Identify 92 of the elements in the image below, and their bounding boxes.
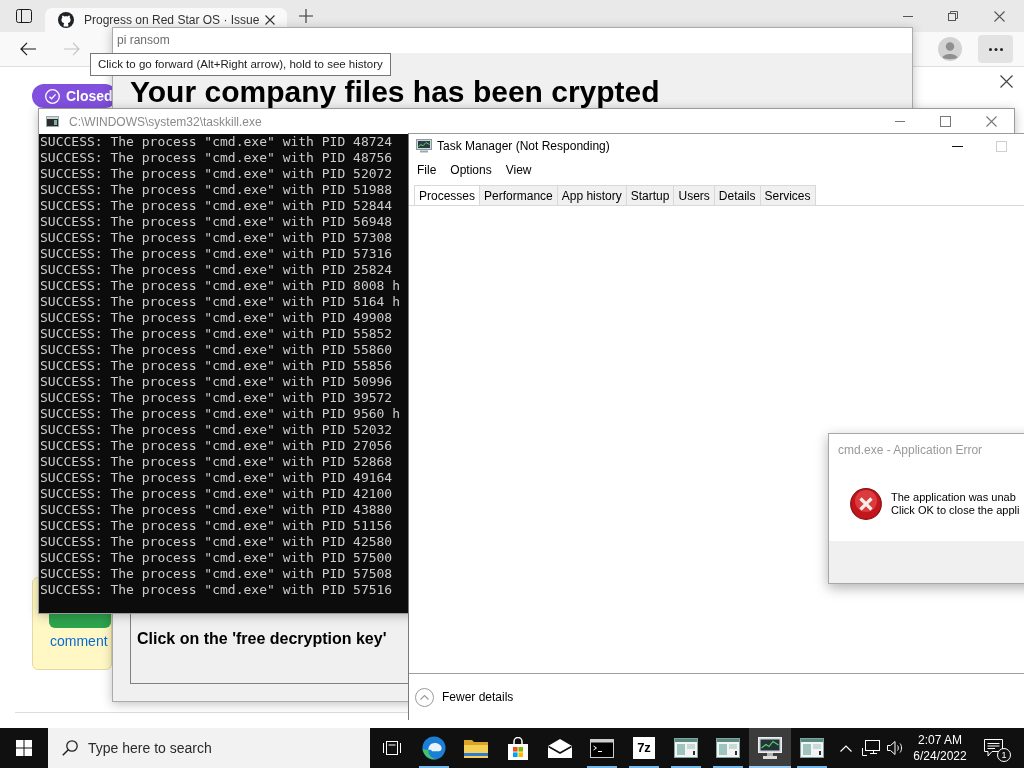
clock-time[interactable]: 2:07 AM (918, 732, 962, 748)
volume-icon[interactable] (886, 740, 904, 756)
console-line: SUCCESS: The process "cmd.exe" with PID 51156 (40, 518, 393, 534)
console-line: SUCCESS: The process "cmd.exe" with PID 52844 (40, 198, 393, 214)
taskbar-button[interactable] (749, 728, 791, 768)
tooltip: Click to go forward (Alt+Right arrow), hold to see history (90, 53, 391, 76)
window-icon (674, 738, 698, 758)
window-icon (716, 738, 740, 758)
console-line: SUCCESS: The process "cmd.exe" with PID 57308 (40, 230, 393, 246)
monitor-icon (416, 139, 432, 153)
instruction-text: Click on the 'free decryption key' (137, 630, 387, 647)
menu-item[interactable]: Options (443, 163, 499, 177)
console-line: SUCCESS: The process "cmd.exe" with PID 43880 (40, 502, 393, 518)
folder-icon (464, 738, 488, 758)
chevron-circle-icon (415, 687, 434, 707)
search-icon (62, 740, 78, 756)
console-line: SUCCESS: The process "cmd.exe" with PID 42100 (40, 486, 393, 502)
plus-icon[interactable] (299, 9, 313, 23)
close-icon[interactable] (994, 10, 1005, 22)
error-message: The application was unab Click OK to close the appli (891, 490, 1020, 517)
terminal-icon (46, 116, 59, 127)
back-arrow-icon[interactable] (20, 42, 36, 56)
taskbar-button[interactable]: 7z (623, 728, 665, 768)
window-title: pi ransom (117, 33, 170, 47)
window-title: C:\WINDOWS\system32\taskkill.exe (69, 114, 262, 129)
console-line: SUCCESS: The process "cmd.exe" with PID 5164 h (40, 294, 401, 310)
restore-icon[interactable] (948, 11, 958, 21)
avatar-icon[interactable] (938, 37, 962, 61)
network-icon[interactable] (862, 740, 880, 756)
console-line: SUCCESS: The process "cmd.exe" with PID 57508 (40, 566, 393, 582)
fewer-details-button[interactable]: Fewer details (415, 687, 514, 707)
close-icon[interactable] (1000, 75, 1013, 88)
console-line: SUCCESS: The process "cmd.exe" with PID 49908 (40, 310, 393, 326)
window-title: Task Manager (Not Responding) (437, 139, 610, 153)
check-circle-icon (45, 88, 60, 104)
tab[interactable]: Processes (414, 185, 481, 205)
tab[interactable]: Performance (479, 185, 558, 205)
window-icon (800, 738, 824, 758)
console-line: SUCCESS: The process "cmd.exe" with PID 57316 (40, 246, 393, 262)
minimize-icon[interactable] (903, 15, 913, 17)
console-line: SUCCESS: The process "cmd.exe" with PID 49164 (40, 470, 393, 486)
console-line: SUCCESS: The process "cmd.exe" with PID 55860 (40, 342, 393, 358)
status-label: Closed (66, 88, 113, 104)
console-line: SUCCESS: The process "cmd.exe" with PID 57516 (40, 582, 393, 598)
console-line: SUCCESS: The process "cmd.exe" with PID 51988 (40, 182, 393, 198)
maximize-icon[interactable] (940, 116, 951, 127)
console-line: SUCCESS: The process "cmd.exe" with PID 55852 (40, 326, 393, 342)
tab[interactable]: Details (713, 185, 761, 205)
minimize-icon[interactable] (952, 145, 963, 147)
console-line: SUCCESS: The process "cmd.exe" with PID 27056 (40, 438, 393, 454)
dialog-title: cmd.exe - Application Error (837, 442, 984, 459)
sidebar-toggle-icon[interactable] (16, 9, 32, 23)
clock-date[interactable]: 6/24/2022 (913, 748, 967, 764)
notification-badge: 1 (997, 748, 1011, 762)
more-icon (988, 47, 1003, 51)
console-line: SUCCESS: The process "cmd.exe" with PID 52868 (40, 454, 393, 470)
console-line: SUCCESS: The process "cmd.exe" with PID 42580 (40, 534, 393, 550)
shopping-bag-icon (507, 736, 529, 760)
console-line: SUCCESS: The process "cmd.exe" with PID 48724 (40, 134, 393, 150)
more-button[interactable] (978, 35, 1013, 63)
console-line: SUCCESS: The process "cmd.exe" with PID 52072 (40, 166, 393, 182)
task-view-icon[interactable] (383, 740, 401, 756)
menu-item[interactable]: File (410, 163, 444, 177)
notification-icon[interactable] (983, 739, 1003, 757)
console-line: SUCCESS: The process "cmd.exe" with PID 57500 (40, 550, 393, 566)
search-field[interactable]: Type here to search (48, 728, 370, 768)
tab[interactable]: App history (556, 185, 627, 205)
console-line: SUCCESS: The process "cmd.exe" with PID 55856 (40, 358, 393, 374)
monitor-icon (758, 737, 782, 759)
console-line: SUCCESS: The process "cmd.exe" with PID 8008 h (40, 278, 401, 294)
tab[interactable]: Startup (625, 185, 675, 205)
console-line: SUCCESS: The process "cmd.exe" with PID 9560 h (40, 406, 401, 422)
chevron-up-icon[interactable] (840, 744, 852, 752)
tab[interactable]: Users (673, 185, 715, 205)
terminal-icon (590, 738, 614, 758)
console-line: SUCCESS: The process "cmd.exe" with PID 48756 (40, 150, 393, 166)
console-line: SUCCESS: The process "cmd.exe" with PID 50996 (40, 374, 393, 390)
envelope-icon (548, 738, 572, 758)
console-line: SUCCESS: The process "cmd.exe" with PID 52032 (40, 422, 393, 438)
console-line: SUCCESS: The process "cmd.exe" with PID 25824 (40, 262, 393, 278)
ransom-heading: Your company files has been crypted (130, 76, 661, 108)
tab[interactable]: Services (759, 185, 816, 205)
close-icon[interactable] (265, 15, 275, 25)
console-line: SUCCESS: The process "cmd.exe" with PID 39572 (40, 390, 393, 406)
swirl-icon (422, 736, 446, 760)
console-line: SUCCESS: The process "cmd.exe" with PID 56948 (40, 214, 393, 230)
site-logo-icon (58, 12, 74, 28)
app-tile: 7z (633, 737, 655, 759)
start-icon[interactable] (16, 740, 32, 756)
menu-item[interactable]: View (498, 163, 539, 177)
error-icon (850, 487, 882, 520)
comment-link[interactable]: comment (50, 633, 108, 649)
